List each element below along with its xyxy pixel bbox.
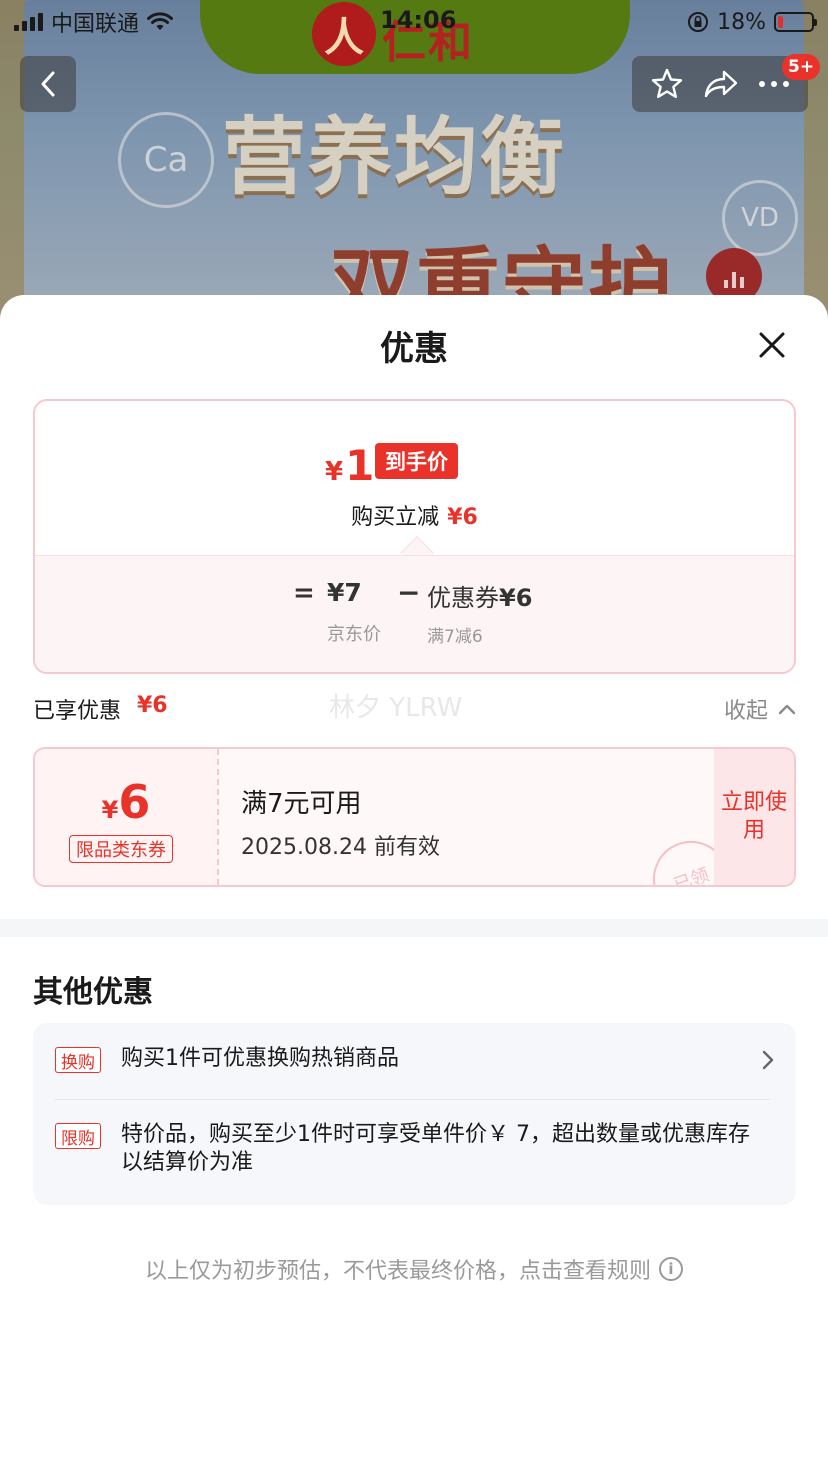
banner-headline: 营养均衡 xyxy=(222,108,567,206)
coupon-card: ¥6 限品类东券 满7元可用 2025.08.24 前有效 已领 立即使用 xyxy=(33,747,796,887)
calcium-bubble: Ca xyxy=(118,112,214,208)
promo-item-limited: 限购 特价品，购买至少1件时可享受单件价￥ 7，超出数量或优惠库存以结算价为准 xyxy=(55,1122,775,1183)
price-breakdown-card: ¥ 1 到手价 购买立减 ¥6 = ¥7 − 优惠券¥6 京东价 满7减6 xyxy=(33,399,796,674)
collapse-button[interactable]: 收起 xyxy=(724,693,796,725)
coupon-value: ¥6 xyxy=(35,775,217,829)
info-icon[interactable]: i xyxy=(659,1257,683,1281)
price-disclaimer[interactable]: 以上仅为初步预估，不代表最终价格，点击查看规则 i xyxy=(0,1253,828,1285)
chevron-left-icon xyxy=(41,71,55,97)
instant-discount-amount: ¥6 xyxy=(447,505,478,530)
back-button[interactable] xyxy=(20,56,76,112)
status-bar: 中国联通 14:06 18% xyxy=(0,0,828,44)
rotation-lock-icon xyxy=(688,12,709,32)
sheet-title: 优惠 xyxy=(380,329,448,369)
final-price-currency: ¥ xyxy=(325,457,344,487)
coupon-deduction-label: 优惠券 xyxy=(427,584,499,612)
other-discounts-list: 换购 购买1件可优惠换购热销商品 限购 特价品，购买至少1件时可享受单件价￥ 7… xyxy=(33,1023,796,1205)
final-price: ¥ 1 xyxy=(325,441,374,490)
enjoyed-discount-label: 已享优惠 xyxy=(33,699,122,724)
instant-discount-label: 购买立减 xyxy=(351,505,440,530)
use-now-button[interactable]: 立即使用 xyxy=(714,749,794,885)
collapse-label: 收起 xyxy=(723,699,768,724)
promo-separator xyxy=(55,1099,771,1100)
product-banner: 人 仁和 Ca VD 营养均衡 双重守护 xyxy=(0,0,828,320)
coupon-condition: 满7元可用 xyxy=(241,789,362,819)
wifi-icon xyxy=(147,12,174,30)
coupon-divider xyxy=(217,749,219,885)
instant-discount: 购买立减 ¥6 xyxy=(35,499,794,531)
share-icon[interactable] xyxy=(703,68,739,100)
discount-sheet: 优惠 ¥ 1 到手价 购买立减 ¥6 = ¥7 − 优惠券¥6 京东价 满7减6 … xyxy=(0,295,828,1472)
final-price-value: 1 xyxy=(345,441,375,490)
chevron-right-icon xyxy=(762,1050,774,1070)
final-price-tag: 到手价 xyxy=(375,443,458,479)
coupon-currency: ¥ xyxy=(101,796,119,824)
signal-icon xyxy=(14,13,43,31)
carrier-name: 中国联通 xyxy=(51,12,140,37)
message-count-badge: 5+ xyxy=(782,54,821,80)
watermark-text: 林夕 YLRW xyxy=(329,693,463,723)
enjoyed-discount-row: 已享优惠 ¥6 林夕 YLRW 收起 xyxy=(33,693,796,725)
battery-percent: 18% xyxy=(717,9,766,35)
coupon-deduction: 优惠券¥6 xyxy=(427,578,532,613)
battery-icon xyxy=(774,12,817,32)
vitamin-d-bubble: VD xyxy=(722,180,798,256)
promo-tag: 换购 xyxy=(55,1047,101,1073)
section-divider xyxy=(0,919,828,937)
coupon-condition-short: 满7减6 xyxy=(427,627,483,647)
jd-price-label: 京东价 xyxy=(327,624,381,645)
clock: 14:06 xyxy=(380,6,457,34)
favorite-star-icon[interactable] xyxy=(650,67,684,101)
coupon-expiry: 2025.08.24 前有效 xyxy=(241,835,440,860)
enjoyed-discount-amount: ¥6 xyxy=(137,693,168,718)
more-icon[interactable] xyxy=(758,79,790,89)
coupon-deduction-amount: ¥6 xyxy=(499,584,533,612)
promo-text: 购买1件可优惠换购热销商品 xyxy=(121,1046,399,1071)
jd-price-value: ¥7 xyxy=(327,578,362,607)
close-icon[interactable] xyxy=(752,325,792,365)
chevron-up-icon xyxy=(778,704,796,715)
other-discounts-title: 其他优惠 xyxy=(33,975,153,1010)
minus-sign: − xyxy=(397,576,421,609)
coupon-amount: 6 xyxy=(118,775,151,829)
price-formula: = ¥7 − 优惠券¥6 京东价 满7减6 xyxy=(35,555,794,672)
promo-tag: 限购 xyxy=(55,1123,101,1149)
promo-text: 特价品，购买至少1件时可享受单件价￥ 7，超出数量或优惠库存以结算价为准 xyxy=(121,1122,750,1175)
equals-sign: = xyxy=(293,578,315,608)
coupon-type-badge: 限品类东券 xyxy=(69,835,173,863)
disclaimer-text: 以上仅为初步预估，不代表最终价格，点击查看规则 xyxy=(144,1259,651,1284)
promo-item-exchange[interactable]: 换购 购买1件可优惠换购热销商品 xyxy=(55,1046,775,1087)
